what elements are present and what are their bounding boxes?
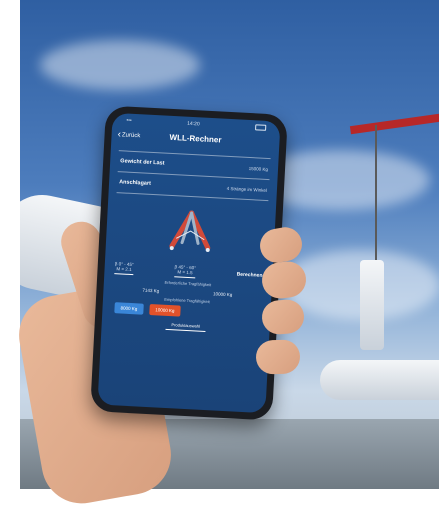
sling-value: 4 Stränge im Winkel [226, 185, 268, 193]
turbine-blade [320, 360, 439, 400]
smartphone: ••• 14:20 ‹ Zurück WLL-Rechner Gewicht d… [90, 105, 288, 421]
back-label: Zurück [121, 131, 141, 139]
tower-segment [360, 260, 384, 350]
underline [114, 273, 134, 276]
suitable-button-1[interactable]: 8000 Kg [114, 302, 144, 315]
crane-boom [349, 113, 439, 135]
load-value: 15000 Kg [248, 165, 269, 172]
required-value-2: 10000 Kg [213, 291, 233, 298]
sling-label: Anschlagart [118, 179, 152, 187]
angle-option-1[interactable]: β 0° - 45° M = 2.1 [114, 261, 134, 276]
angle-option-2[interactable]: β 45° - 60° M = 1.5 [174, 264, 196, 279]
angle-m-1: M = 2.1 [116, 266, 132, 273]
hand-finger [255, 339, 301, 375]
cloud [40, 40, 200, 90]
load-label: Gewicht der Last [120, 158, 165, 167]
crane-cable [375, 125, 377, 275]
back-button[interactable]: ‹ Zurück [117, 129, 140, 141]
chevron-left-icon: ‹ [117, 129, 122, 141]
underline [174, 276, 196, 279]
calculate-button[interactable]: Berechnen [236, 271, 262, 278]
product-selection-tab[interactable]: Produktauswahl [165, 321, 206, 332]
sling-diagram [105, 199, 276, 266]
angle-m-2: M = 1.5 [177, 269, 193, 276]
suitable-button-2[interactable]: 10000 Kg [148, 303, 181, 317]
phone-screen: ••• 14:20 ‹ Zurück WLL-Rechner Gewicht d… [97, 112, 281, 414]
required-value-1: 7143 Kg [142, 287, 160, 294]
sling-diagram-graphic [169, 210, 211, 252]
